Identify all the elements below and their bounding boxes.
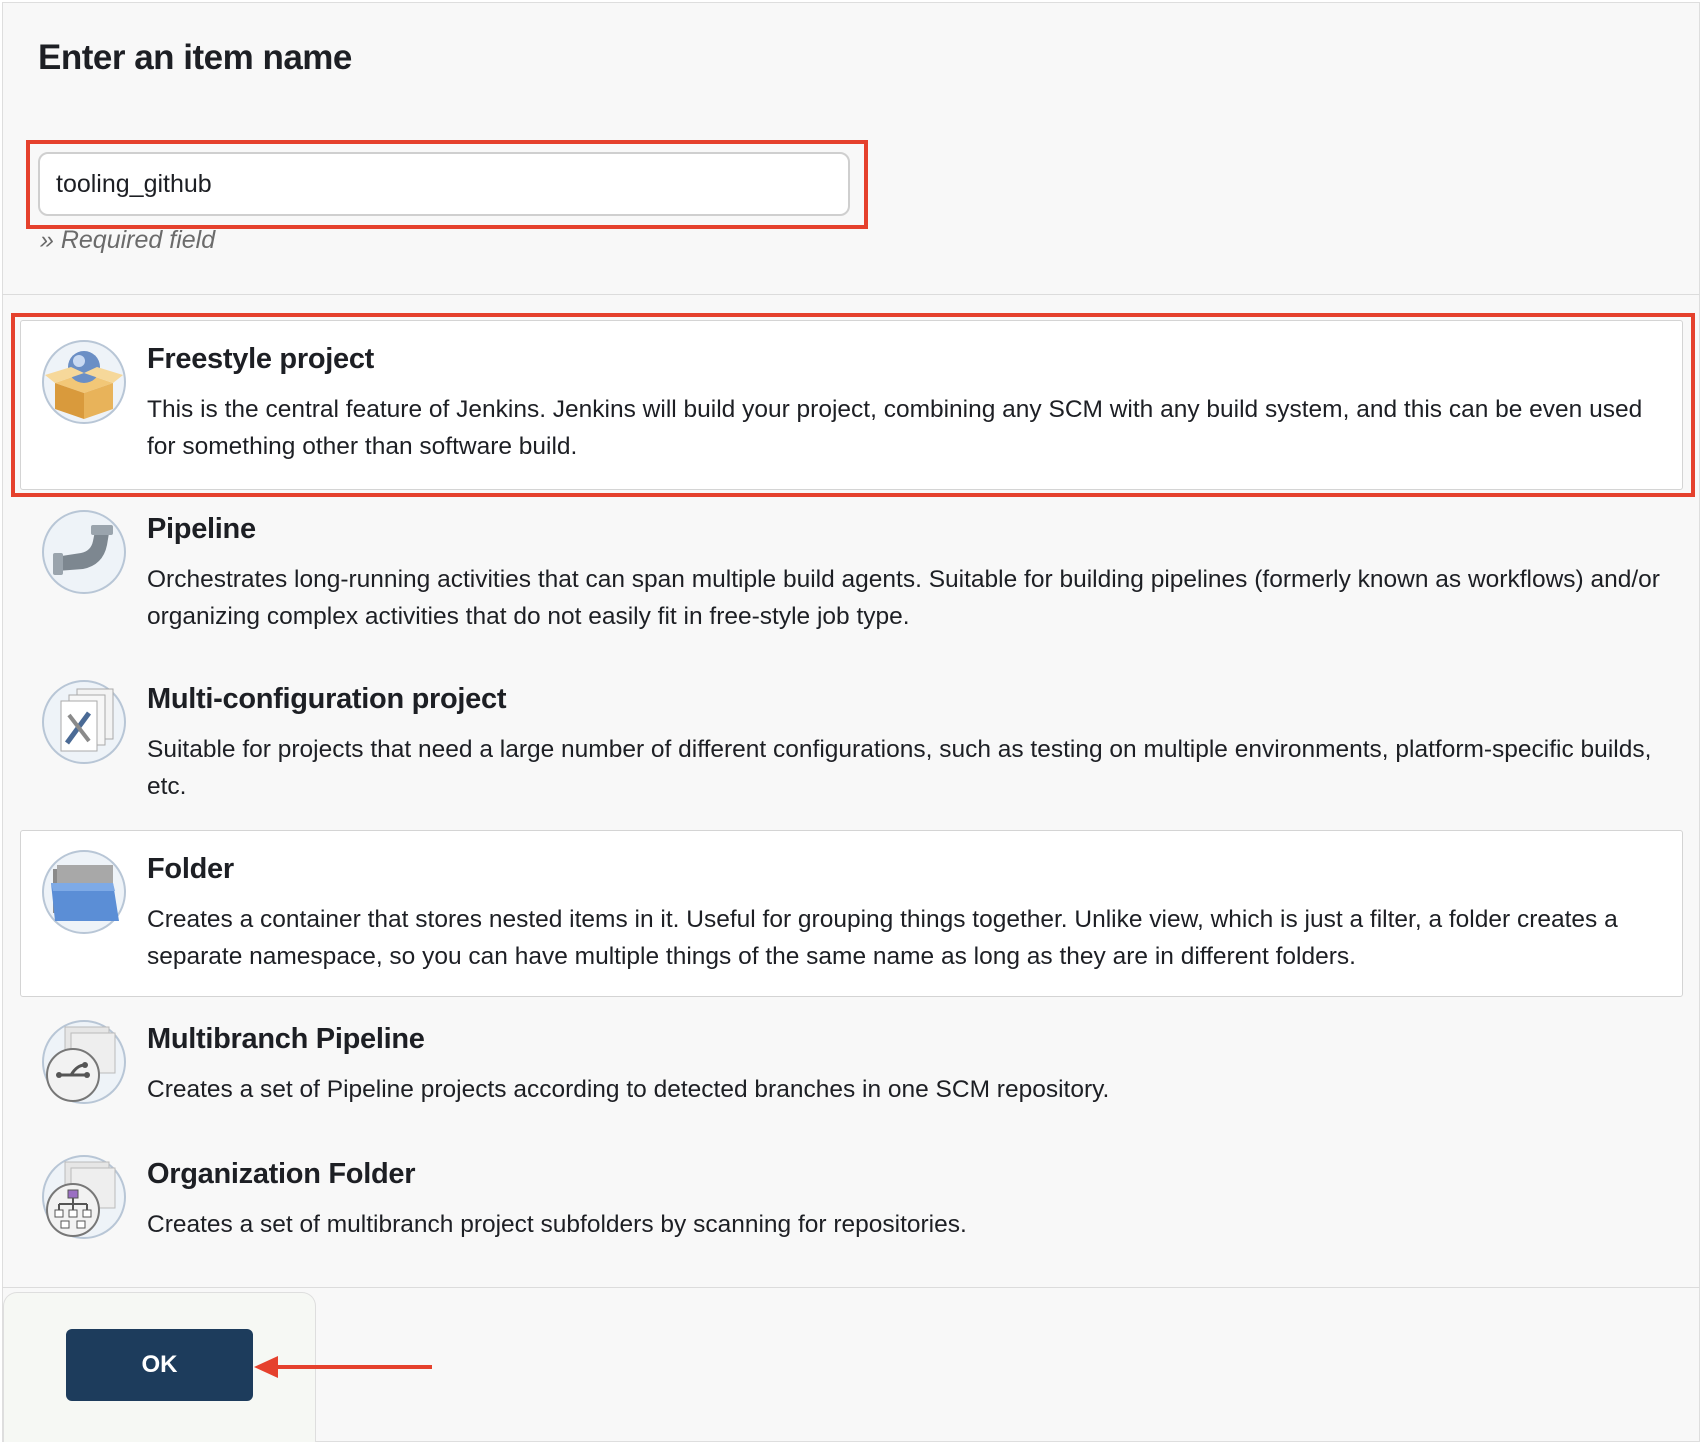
item-title: Organization Folder [147, 1158, 416, 1190]
divider [2, 294, 1700, 295]
item-title: Freestyle project [147, 343, 374, 375]
required-field-hint: » Required field [40, 226, 216, 254]
item-name-input[interactable] [38, 152, 850, 216]
page-title: Enter an item name [38, 38, 352, 77]
annotation-arrow-icon [254, 1356, 432, 1378]
divider [2, 1287, 1700, 1288]
item-type-freestyle-project[interactable]: Freestyle project This is the central fe… [20, 320, 1683, 490]
item-type-folder[interactable]: Folder Creates a container that stores n… [20, 830, 1683, 997]
folder-icon [41, 849, 127, 935]
multibranch-icon [41, 1019, 127, 1105]
freestyle-box-icon [41, 339, 127, 425]
item-description: Orchestrates long-running activities tha… [147, 566, 1660, 630]
ok-button[interactable]: OK [66, 1329, 253, 1401]
item-title: Multi-configuration project [147, 683, 507, 715]
item-description: Creates a set of Pipeline projects accor… [147, 1076, 1110, 1103]
pipeline-pipe-icon [41, 509, 127, 595]
item-type-pipeline[interactable]: Pipeline Orchestrates long-running activ… [20, 490, 1683, 660]
item-description: Creates a set of multibranch project sub… [147, 1211, 967, 1238]
item-description: Creates a container that stores nested i… [147, 906, 1618, 970]
item-type-organization-folder[interactable]: Organization Folder Creates a set of mul… [20, 1135, 1683, 1270]
item-description: Suitable for projects that need a large … [147, 736, 1652, 800]
item-title: Multibranch Pipeline [147, 1023, 425, 1055]
item-type-multi-configuration-project[interactable]: Multi-configuration project Suitable for… [20, 660, 1683, 830]
organization-folder-icon [41, 1154, 127, 1240]
item-title: Folder [147, 853, 234, 885]
item-description: This is the central feature of Jenkins. … [147, 396, 1643, 460]
item-type-multibranch-pipeline[interactable]: Multibranch Pipeline Creates a set of Pi… [20, 1000, 1683, 1135]
multi-config-icon [41, 679, 127, 765]
item-title: Pipeline [147, 513, 256, 545]
